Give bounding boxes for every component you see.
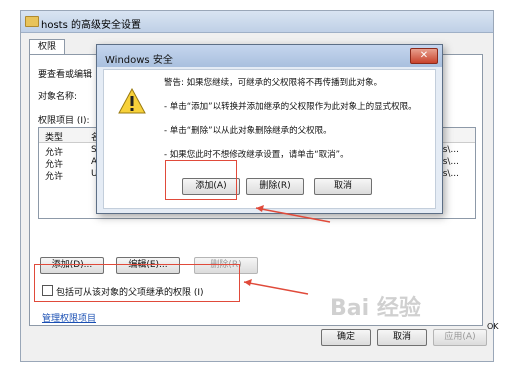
annotation-arrows — [243, 205, 331, 295]
watermark: Bai 经验 — [330, 296, 421, 321]
tray-ok: OK — [487, 322, 499, 331]
